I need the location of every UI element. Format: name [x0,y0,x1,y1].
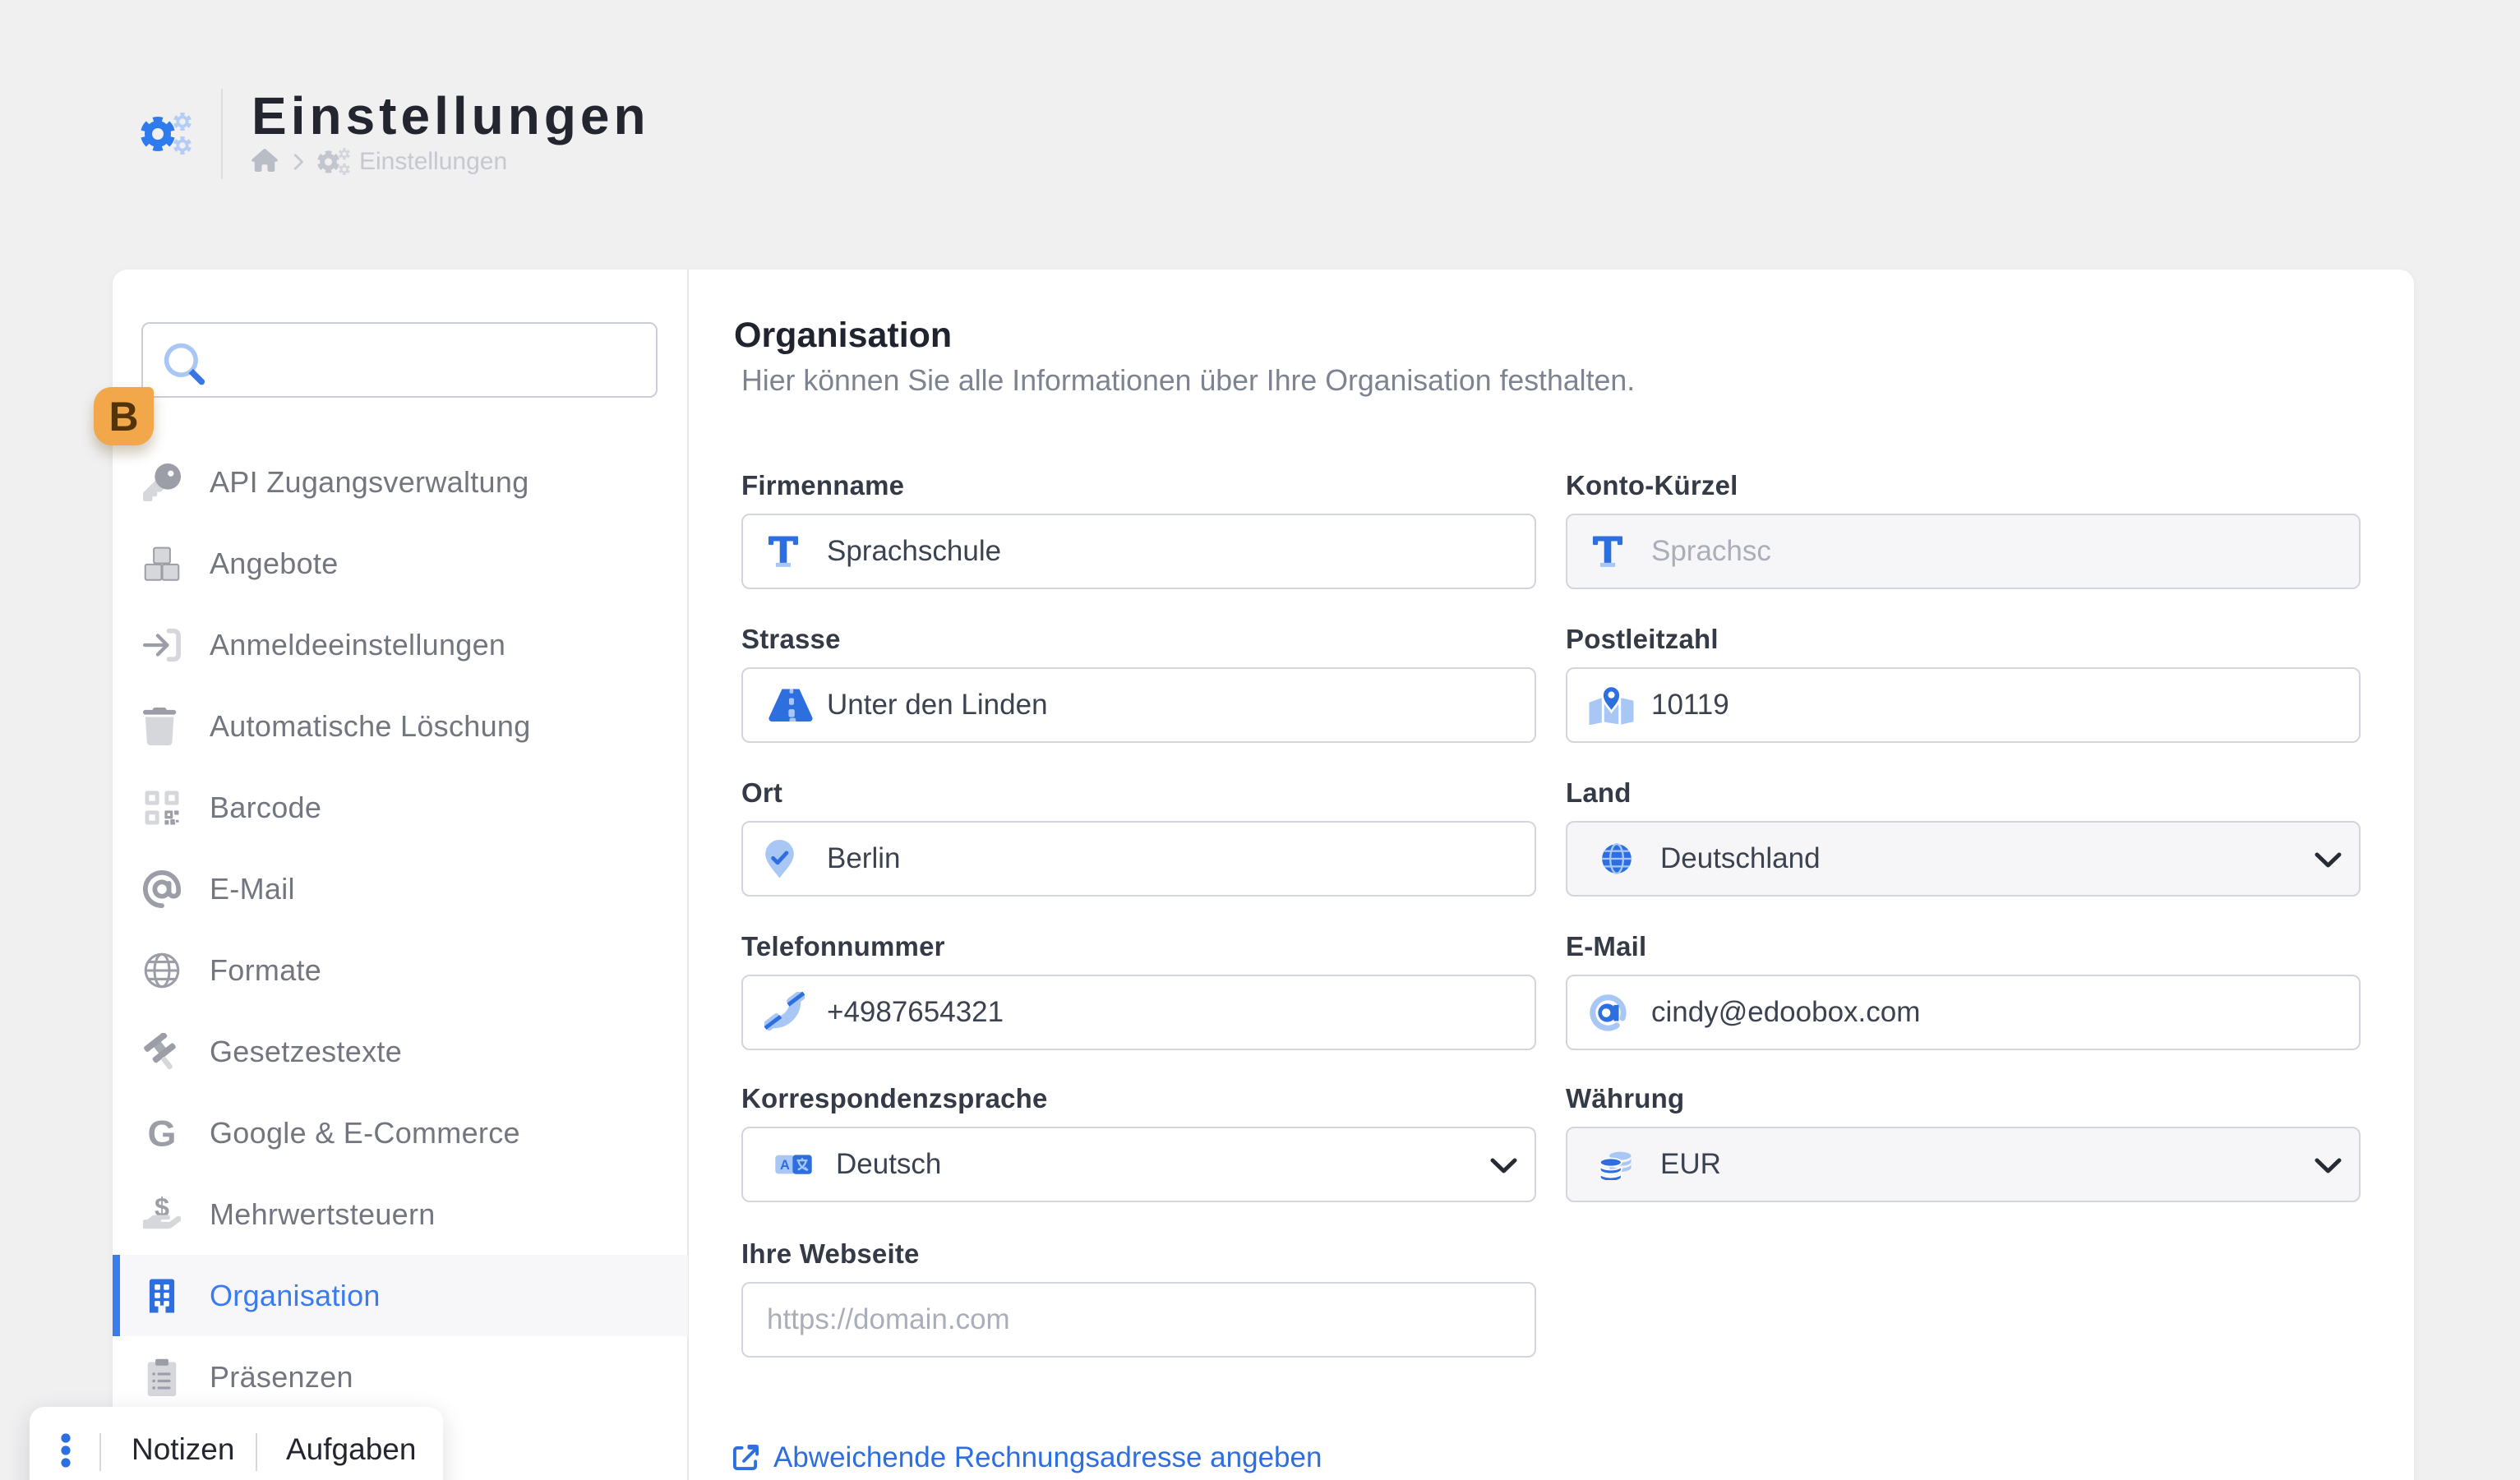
svg-text:A: A [780,1158,790,1173]
svg-text:G: G [148,1114,177,1152]
